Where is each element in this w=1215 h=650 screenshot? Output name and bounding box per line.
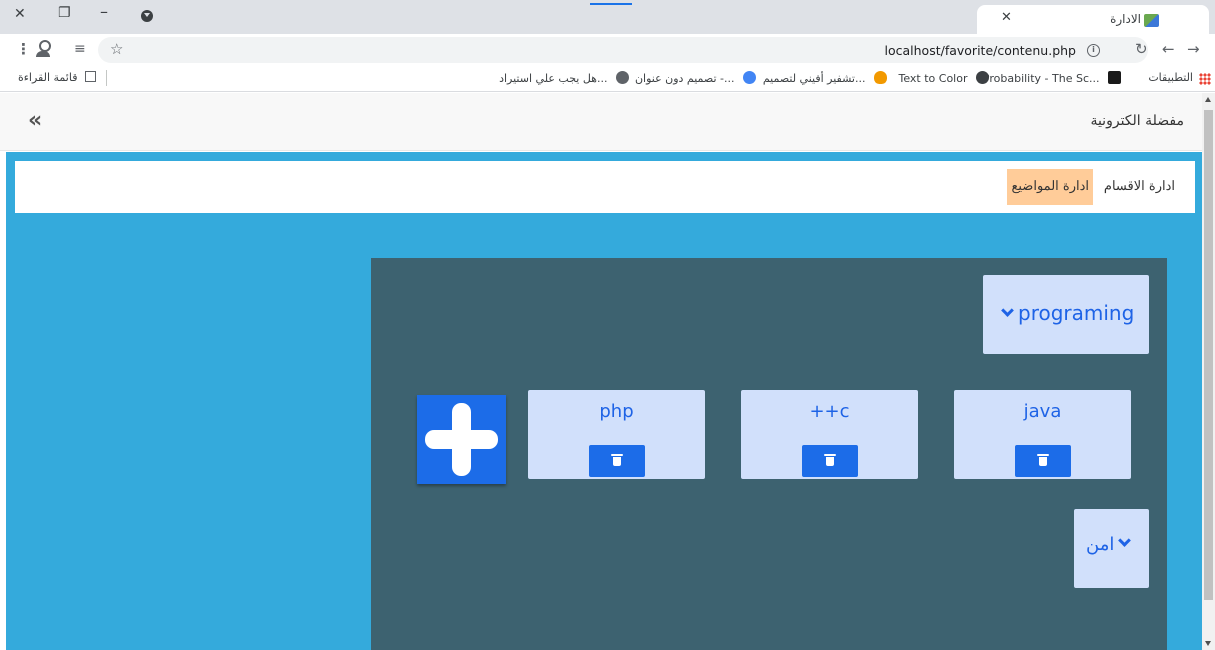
tab-close-icon[interactable]: ✕ [1001,10,1012,25]
bookmark-text-to-color[interactable]: Text to Color [898,71,989,85]
delete-php-button[interactable] [589,445,645,477]
bookmarks-bar: التطبيقات Probability - The Sc... Text t… [0,66,1215,92]
delete-java-button[interactable] [1015,445,1071,477]
address-bar[interactable]: ☆ localhost/favorite/contenu.php i [98,37,1148,63]
tab-favicon-icon [1144,14,1159,27]
topic-label: ++c [809,401,850,422]
content-area: ادارة الاقسام ادارة المواضيع programing … [6,152,1202,650]
globe-icon [616,71,629,84]
bookmark-apps[interactable]: التطبيقات [1148,71,1193,84]
chevron-down-icon [1118,534,1132,547]
delete-cpp-button[interactable] [802,445,858,477]
window-restore-icon[interactable]: ❐ [58,5,71,21]
flame-icon [874,71,887,84]
tab-strip: ✕ ❐ – + الادارة ✕ [0,0,1215,34]
site-info-icon[interactable]: i [1087,44,1100,57]
browser-tab[interactable]: الادارة ✕ [977,5,1209,34]
tab-search-icon[interactable] [141,10,153,22]
nav-manage-topics[interactable]: ادارة المواضيع [1007,169,1093,205]
media-queue-icon[interactable]: ≡ [74,40,86,58]
reload-icon[interactable]: ↻ [1135,40,1148,58]
brand-title[interactable]: مفضلة الكترونية [1090,113,1184,129]
topic-card-cpp[interactable]: ++c [741,390,918,479]
x-logo-icon [1108,71,1121,84]
page-scrollbar[interactable] [1202,93,1215,650]
bookmark-import[interactable]: هل يجب علي استيراد... [499,71,629,85]
bookmark-separator [106,70,107,86]
trash-icon [611,454,623,466]
window-minimize-icon[interactable]: – [100,4,108,20]
apps-icon[interactable] [1199,73,1211,85]
topics-panel: programing php ++c java امن [371,258,1167,650]
bookmark-probability[interactable]: Probability - The Sc... [983,71,1121,85]
topic-label: java [1023,401,1062,422]
collapse-sidebar-icon[interactable]: « [28,108,42,133]
add-topic-button[interactable] [417,395,506,484]
browser-menu-icon[interactable]: ⋮ [16,40,31,58]
tab-loading-indicator [590,3,632,5]
reading-list-icon [84,71,96,82]
window-close-icon[interactable]: ✕ [14,6,26,22]
web-page: « مفضلة الكترونية ادارة الاقسام ادارة ال… [0,93,1215,650]
scroll-up-icon[interactable] [1205,97,1211,102]
bookmark-star-icon[interactable]: ☆ [110,40,123,58]
admin-nav: ادارة الاقسام ادارة المواضيع [15,161,1195,213]
trash-icon [824,454,836,466]
nav-manage-categories[interactable]: ادارة الاقسام [1100,177,1179,197]
canva-icon [743,71,756,84]
profile-icon[interactable] [36,39,51,57]
app-header: « مفضلة الكترونية [0,93,1202,151]
chevron-down-icon [1001,304,1014,317]
topic-card-java[interactable]: java [954,390,1131,479]
url-text: localhost/favorite/contenu.php [884,43,1077,58]
trash-icon [1037,454,1049,466]
reading-list-button[interactable]: قائمة القراءة [18,71,96,84]
forward-icon[interactable]: ← [1162,40,1175,58]
bookmark-untitled-design[interactable]: تصميم دون عنوان -... [635,71,756,85]
browser-toolbar: ⋮ ≡ ☆ localhost/favorite/contenu.php i ↻… [0,34,1215,66]
category-security-button[interactable]: امن [1074,509,1149,588]
topic-card-php[interactable]: php [528,390,705,479]
scroll-thumb[interactable] [1204,110,1213,600]
bookmark-cipher[interactable]: تشفير أفيني لتصميم... [763,71,887,85]
tab-title: الادارة [1110,12,1141,26]
topic-label: php [599,401,634,422]
back-icon[interactable]: → [1187,40,1200,58]
category-programing-button[interactable]: programing [983,275,1149,354]
w-logo-icon [976,71,989,84]
scroll-down-icon[interactable] [1205,641,1211,646]
